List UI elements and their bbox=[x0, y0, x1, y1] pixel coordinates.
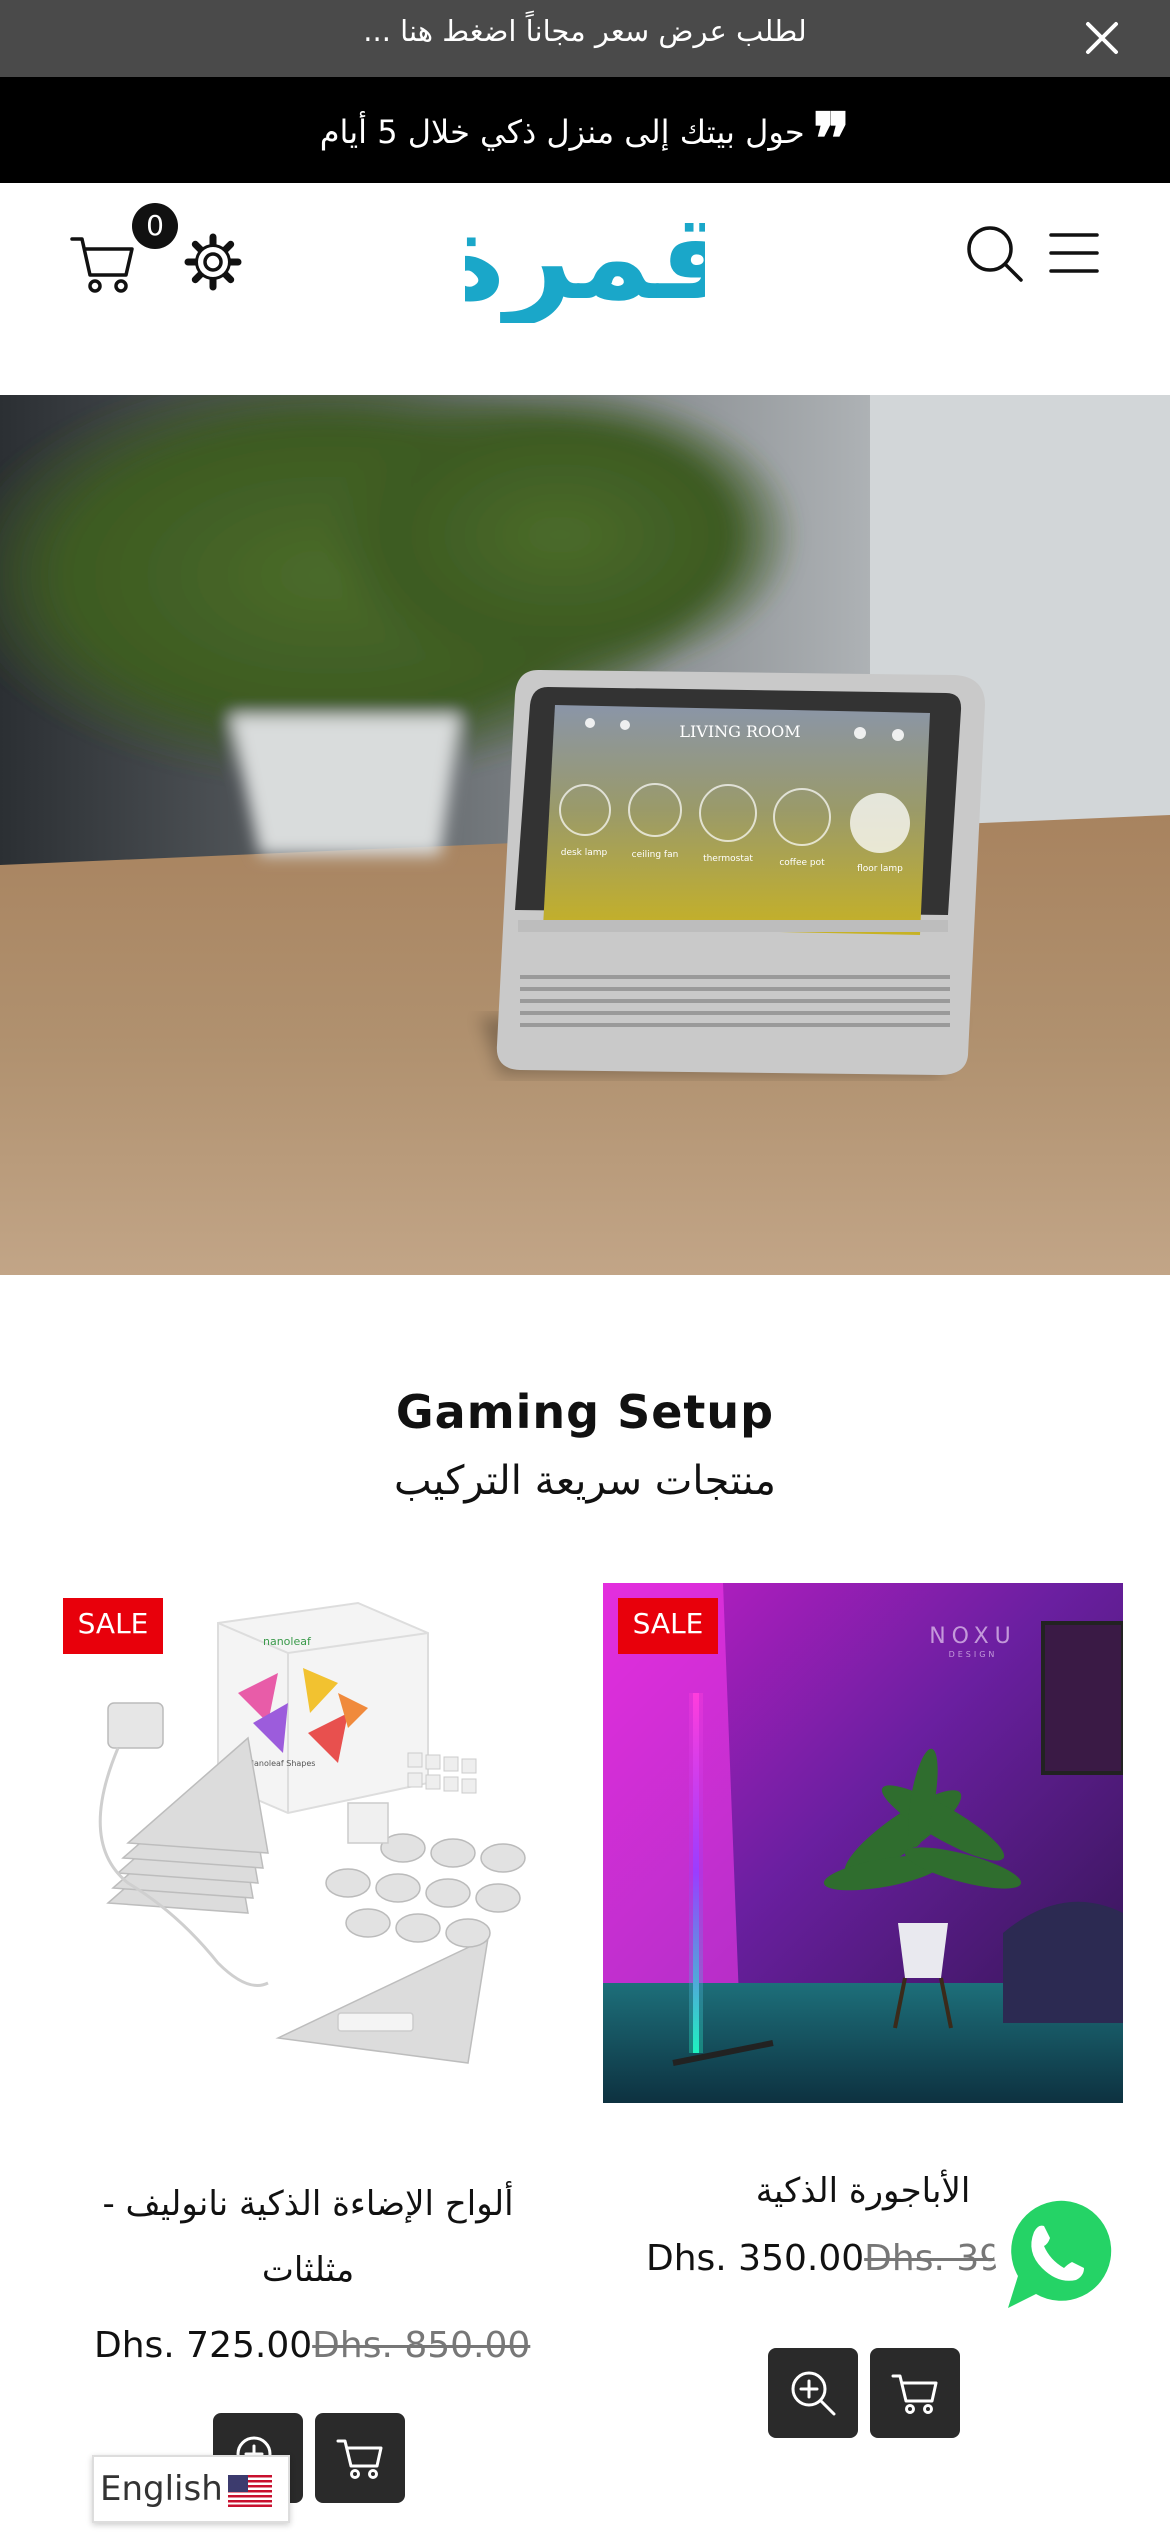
hero-image: LIVING ROOM desk lamp ceiling fan thermo… bbox=[0, 395, 1170, 1275]
quote-text: حول بيتك إلى منزل ذكي خلال 5 أيام bbox=[319, 113, 805, 151]
language-switcher[interactable]: English bbox=[92, 2455, 290, 2523]
product-price: Dhs. 725.00Dhs. 850.00 bbox=[94, 2325, 530, 2366]
product-image[interactable]: NOXU DESIGN SALE bbox=[603, 1583, 1123, 2103]
hero-device-label: ceiling fan bbox=[632, 850, 679, 860]
whatsapp-button[interactable] bbox=[986, 2186, 1122, 2322]
box-line-text: Nanoleaf Shapes bbox=[248, 1759, 315, 1768]
box-brand-text: nanoleaf bbox=[263, 1635, 312, 1648]
menu-icon[interactable] bbox=[1048, 227, 1100, 279]
zoom-in-icon bbox=[791, 2371, 836, 2416]
current-price: Dhs. 350.00 bbox=[646, 2238, 865, 2279]
cart-icon[interactable] bbox=[68, 229, 138, 299]
language-label[interactable]: English bbox=[100, 2469, 223, 2509]
site-header: 0 قمرة bbox=[0, 183, 1170, 395]
quote-bar: ❞ حول بيتك إلى منزل ذكي خلال 5 أيام bbox=[0, 77, 1170, 183]
brand-sub-text: DESIGN bbox=[949, 1650, 998, 1659]
search-icon[interactable] bbox=[964, 223, 1026, 285]
cart-icon bbox=[891, 2374, 938, 2414]
hero-device-label: thermostat bbox=[703, 854, 753, 864]
cart-count-badge: 0 bbox=[132, 203, 178, 249]
product-card[interactable]: nanoleaf Nanoleaf Shapes SALE ألواح الإض… bbox=[48, 1583, 568, 2532]
product-price: Dhs. 350.00Dhs. 39 bbox=[646, 2238, 1002, 2279]
hero-banner[interactable]: LIVING ROOM desk lamp ceiling fan thermo… bbox=[0, 395, 1170, 1275]
old-price: Dhs. 850.00 bbox=[312, 2325, 531, 2366]
quote-icon: ❞ bbox=[812, 97, 851, 180]
cart-icon bbox=[336, 2439, 383, 2479]
announcement-text[interactable]: لطلب عرض سعر مجاناً اضغط هنا ... bbox=[0, 14, 1170, 48]
whatsapp-icon bbox=[994, 2192, 1114, 2312]
site-logo[interactable]: قمرة bbox=[435, 188, 734, 327]
sale-badge: SALE bbox=[618, 1598, 718, 1654]
section-subtitle: منتجات سريعة التركيب bbox=[394, 1458, 776, 1504]
announcement-bar[interactable]: لطلب عرض سعر مجاناً اضغط هنا ... bbox=[0, 0, 1170, 77]
gear-icon[interactable] bbox=[184, 233, 242, 291]
sale-badge: SALE bbox=[63, 1598, 163, 1654]
hero-screen-title: LIVING ROOM bbox=[679, 722, 800, 741]
product-image[interactable]: nanoleaf Nanoleaf Shapes SALE bbox=[48, 1583, 568, 2103]
quick-view-button[interactable] bbox=[768, 2348, 858, 2438]
section-title: Gaming Setup bbox=[395, 1385, 775, 1439]
hero-device-label: coffee pot bbox=[779, 858, 825, 868]
us-flag-icon bbox=[228, 2475, 272, 2507]
brand-text: NOXU bbox=[929, 1624, 1017, 1649]
hero-device-label: floor lamp bbox=[857, 864, 903, 874]
logo-text: قمرة bbox=[465, 193, 705, 323]
add-to-cart-button[interactable] bbox=[315, 2413, 405, 2503]
close-icon[interactable] bbox=[1080, 16, 1124, 60]
old-price: Dhs. 39 bbox=[864, 2238, 1003, 2279]
add-to-cart-button[interactable] bbox=[870, 2348, 960, 2438]
current-price: Dhs. 725.00 bbox=[94, 2325, 313, 2366]
hero-device-label: desk lamp bbox=[561, 848, 608, 858]
product-name[interactable]: ألواح الإضاءة الذكية نانوليف - مثلثات bbox=[58, 2171, 558, 2303]
